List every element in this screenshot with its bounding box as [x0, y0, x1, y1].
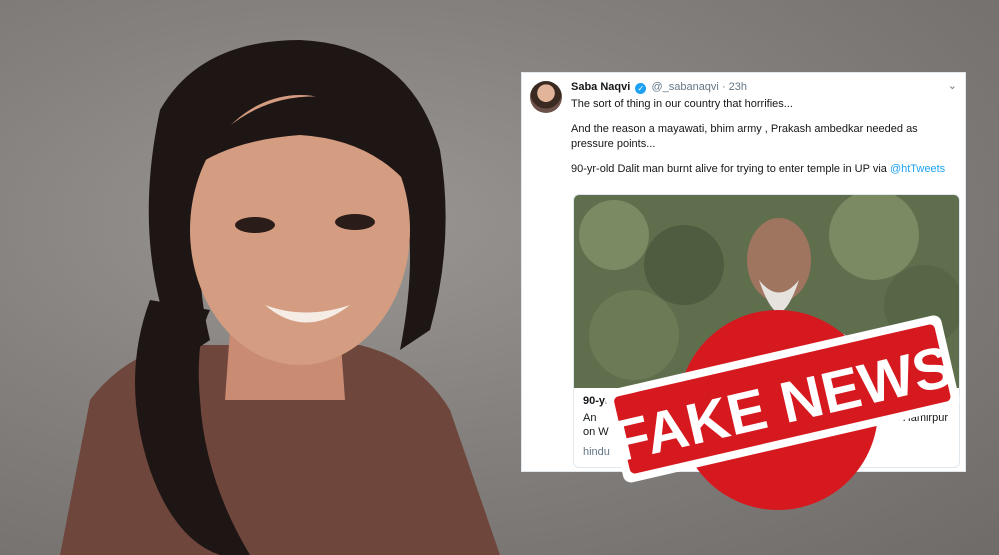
tweet-text: The sort of thing in our country that ho…	[571, 97, 951, 187]
mention-link[interactable]: @htTweets	[890, 163, 945, 175]
portrait-photo	[60, 40, 500, 555]
tweet-header: Saba Naqvi ✓ @_sabanaqvi · 23h	[571, 81, 748, 94]
avatar[interactable]	[530, 81, 562, 113]
tweet-line-1: The sort of thing in our country that ho…	[571, 98, 793, 110]
fake-news-stamp: FAKE NEWS	[605, 310, 960, 510]
verified-badge-icon: ✓	[635, 83, 647, 94]
author-name[interactable]: Saba Naqvi	[571, 81, 630, 93]
tweet-line-2: And the reason a mayawati, bhim army , P…	[571, 123, 918, 150]
tweet-line-3: 90-yr-old Dalit man burnt alive for tryi…	[571, 162, 951, 177]
author-handle[interactable]: @_sabanaqvi	[651, 81, 718, 93]
tweet-line-3-text: 90-yr-old Dalit man burnt alive for tryi…	[571, 163, 890, 175]
tweet-time[interactable]: 23h	[729, 81, 747, 93]
chevron-down-icon[interactable]: ⌄	[948, 79, 957, 92]
